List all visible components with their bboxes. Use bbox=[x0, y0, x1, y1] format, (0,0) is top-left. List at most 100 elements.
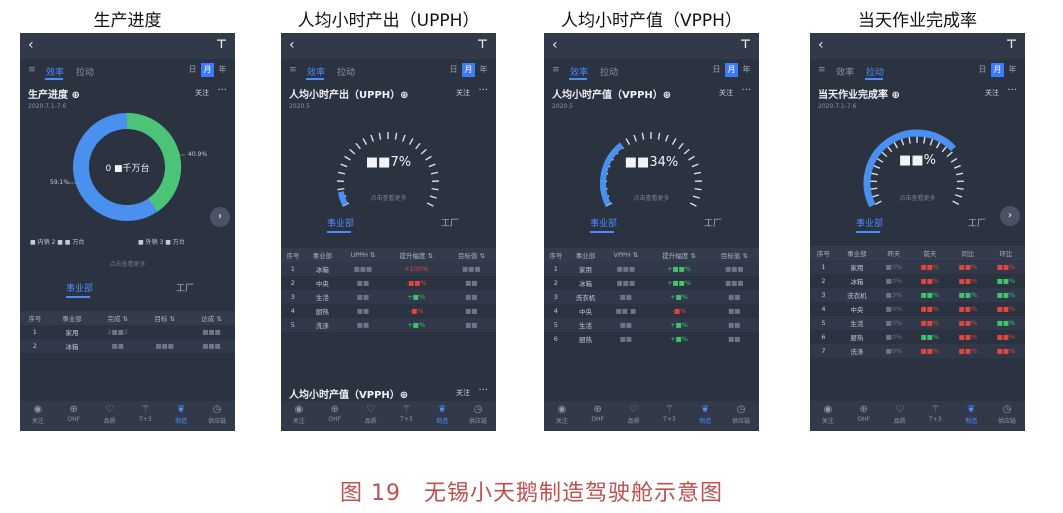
share-icon[interactable]: ⊤ bbox=[216, 37, 227, 51]
table-row[interactable]: 2 冰箱 ■■ ■■■ ■■■ bbox=[20, 339, 235, 353]
nav-manufacturing[interactable]: ❦ 制造 bbox=[163, 401, 199, 431]
seg-year[interactable]: 年 bbox=[216, 63, 229, 77]
col-header[interactable]: 目标值 ⇅ bbox=[709, 248, 759, 262]
follow-button[interactable]: 关注 bbox=[985, 88, 999, 98]
sub-tab-division[interactable]: 事业部 bbox=[590, 216, 617, 229]
table-row[interactable]: 3 洗衣机 ■■ +■% ■■ bbox=[544, 290, 759, 304]
tab-efficiency[interactable]: 效率 bbox=[46, 65, 64, 78]
table-row[interactable]: 6 厨热 ■0% ■■% ■■% ■■% bbox=[810, 330, 1025, 344]
col-header[interactable]: 事业部 bbox=[49, 311, 95, 325]
tab-efficiency[interactable]: 效率 bbox=[307, 65, 325, 78]
nav-quality[interactable]: ♡ 品质 bbox=[92, 401, 128, 431]
nav-supply-chain[interactable]: ◷ 供应链 bbox=[199, 401, 235, 431]
menu-icon[interactable]: ≡ bbox=[818, 65, 826, 75]
nav-ohf[interactable]: ⊕ OHF bbox=[317, 401, 353, 431]
col-header[interactable]: 前天 bbox=[910, 246, 949, 260]
nav-supply-chain[interactable]: ◷ 供应链 bbox=[989, 401, 1025, 431]
table-row[interactable]: 4 中央 ■■ ■ -■% ■■ bbox=[544, 304, 759, 318]
nav-t3[interactable]: ⚚ T+3 bbox=[917, 401, 953, 431]
share-icon[interactable]: ⊤ bbox=[740, 37, 751, 51]
follow-button[interactable]: 关注 bbox=[195, 88, 209, 98]
table-row[interactable]: 2 冰箱 ■■■ +■■% ■■■ bbox=[544, 276, 759, 290]
table-row[interactable]: 1 家用 ■0% ■■% ■■% ■■% bbox=[810, 260, 1025, 274]
sub-tab-factory[interactable]: 工厂 bbox=[968, 216, 986, 229]
more-icon[interactable]: ··· bbox=[1007, 85, 1017, 96]
nav-quality[interactable]: ♡ 品质 bbox=[353, 401, 389, 431]
col-header[interactable]: 目标 ⇅ bbox=[141, 311, 189, 325]
col-header[interactable]: 序号 bbox=[281, 248, 305, 262]
col-header[interactable]: UPPH ⇅ bbox=[340, 248, 386, 262]
sub-tab-division[interactable]: 事业部 bbox=[66, 281, 93, 294]
nav-follow[interactable]: ◉ 关注 bbox=[810, 401, 846, 431]
table-row[interactable]: 3 洗衣机 ■3% ■■% ■■% ■■% bbox=[810, 288, 1025, 302]
sub-tab-division[interactable]: 事业部 bbox=[856, 216, 883, 229]
gauge-hint[interactable]: 点击查看更多 bbox=[544, 193, 759, 202]
table-row[interactable]: 7 洗涤 ■0% ■■% ■■% ■■% bbox=[810, 344, 1025, 358]
col-header[interactable]: 同比 bbox=[948, 246, 987, 260]
seg-month[interactable]: 月 bbox=[991, 63, 1004, 77]
menu-icon[interactable]: ≡ bbox=[552, 65, 560, 75]
table-row[interactable]: 2 冰箱 ■0% ■■% ■■% ■■% bbox=[810, 274, 1025, 288]
nav-manufacturing[interactable]: ❦ 制造 bbox=[424, 401, 460, 431]
sub-tab-factory[interactable]: 工厂 bbox=[176, 281, 194, 294]
sub-tab-division[interactable]: 事业部 bbox=[327, 216, 354, 229]
table-row[interactable]: 5 生活 ■0% ■■% ■■% ■■% bbox=[810, 316, 1025, 330]
table-row[interactable]: 3 生活 ■■ +■% ■■ bbox=[281, 290, 496, 304]
seg-day[interactable]: 日 bbox=[976, 63, 989, 77]
col-header[interactable]: 序号 bbox=[20, 311, 50, 325]
col-header[interactable]: 完成 ⇅ bbox=[94, 311, 142, 325]
back-icon[interactable]: ‹ bbox=[28, 37, 34, 53]
tab-pull[interactable]: 拉动 bbox=[600, 65, 618, 78]
tab-pull[interactable]: 拉动 bbox=[866, 65, 884, 78]
seg-year[interactable]: 年 bbox=[1006, 63, 1019, 77]
table-row[interactable]: 1 家用 ■■■ +■■% ■■■ bbox=[544, 262, 759, 276]
col-header[interactable]: 事业部 bbox=[567, 248, 604, 262]
more-icon[interactable]: ··· bbox=[741, 85, 751, 96]
nav-t3[interactable]: ⚚ T+3 bbox=[127, 401, 163, 431]
col-header[interactable]: 事业部 bbox=[836, 246, 877, 260]
seg-day[interactable]: 日 bbox=[186, 63, 199, 77]
col-header[interactable]: VPPH ⇅ bbox=[603, 248, 649, 262]
table-row[interactable]: 4 厨热 ■■ -■% ■■ bbox=[281, 304, 496, 318]
col-header[interactable]: 序号 bbox=[544, 248, 568, 262]
gauge-hint[interactable]: 点击查看更多 bbox=[20, 259, 235, 268]
nav-ohf[interactable]: ⊕ OHF bbox=[846, 401, 882, 431]
gauge-hint[interactable]: 点击查看更多 bbox=[810, 193, 1025, 202]
menu-icon[interactable]: ≡ bbox=[28, 65, 36, 75]
nav-t3[interactable]: ⚚ T+3 bbox=[388, 401, 424, 431]
nav-manufacturing[interactable]: ❦ 制造 bbox=[953, 401, 989, 431]
nav-ohf[interactable]: ⊕ OHF bbox=[580, 401, 616, 431]
col-header[interactable]: 事业部 bbox=[304, 248, 341, 262]
table-row[interactable]: 4 中央 ■0% ■■% ■■% ■■% bbox=[810, 302, 1025, 316]
nav-ohf[interactable]: ⊕ OHF bbox=[56, 401, 92, 431]
col-header[interactable]: 昨天 bbox=[876, 246, 911, 260]
table-row[interactable]: 1 冰箱 ■■■ +100% ■■■ bbox=[281, 262, 496, 276]
gauge-hint[interactable]: 点击查看更多 bbox=[281, 193, 496, 202]
seg-year[interactable]: 年 bbox=[740, 63, 753, 77]
nav-t3[interactable]: ⚚ T+3 bbox=[651, 401, 687, 431]
back-icon[interactable]: ‹ bbox=[818, 37, 824, 53]
back-icon[interactable]: ‹ bbox=[552, 37, 558, 53]
more-icon[interactable]: ··· bbox=[478, 385, 488, 396]
table-row[interactable]: 1 家用 2■■2 ■■■ bbox=[20, 325, 235, 339]
nav-quality[interactable]: ♡ 品质 bbox=[616, 401, 652, 431]
nav-quality[interactable]: ♡ 品质 bbox=[882, 401, 918, 431]
col-header[interactable]: 提升幅度 ⇅ bbox=[385, 248, 447, 262]
next-arrow-icon[interactable]: › bbox=[1000, 206, 1020, 226]
seg-year[interactable]: 年 bbox=[477, 63, 490, 77]
share-icon[interactable]: ⊤ bbox=[477, 37, 488, 51]
tab-efficiency[interactable]: 效率 bbox=[836, 65, 854, 78]
follow-button[interactable]: 关注 bbox=[456, 388, 470, 398]
col-header[interactable]: 环比 bbox=[986, 246, 1025, 260]
seg-month[interactable]: 月 bbox=[725, 63, 738, 77]
sub-tab-factory[interactable]: 工厂 bbox=[441, 216, 459, 229]
nav-follow[interactable]: ◉ 关注 bbox=[20, 401, 56, 431]
seg-month[interactable]: 月 bbox=[462, 63, 475, 77]
col-header[interactable]: 序号 bbox=[810, 246, 837, 260]
sub-tab-factory[interactable]: 工厂 bbox=[704, 216, 722, 229]
more-icon[interactable]: ··· bbox=[217, 85, 227, 96]
nav-follow[interactable]: ◉ 关注 bbox=[544, 401, 580, 431]
nav-manufacturing[interactable]: ❦ 制造 bbox=[687, 401, 723, 431]
seg-day[interactable]: 日 bbox=[710, 63, 723, 77]
table-row[interactable]: 6 厨热 ■■ +■% ■■ bbox=[544, 332, 759, 346]
